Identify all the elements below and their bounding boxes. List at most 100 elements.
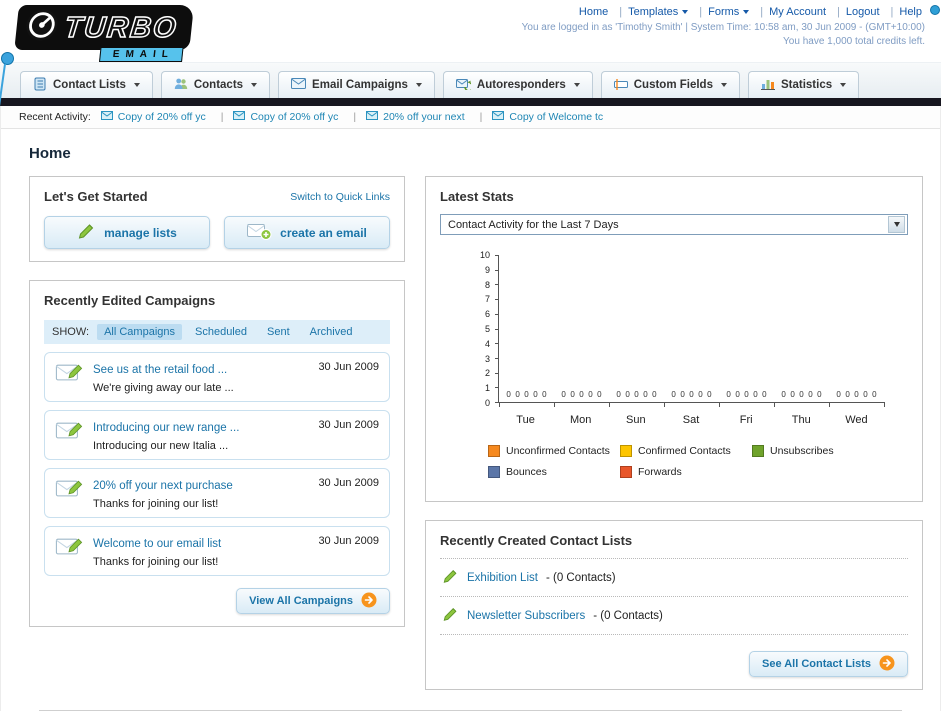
- chart-plot: 00000000000000000000000000000000000: [495, 255, 885, 407]
- legend-item: Unconfirmed Contacts: [488, 445, 620, 457]
- contact-list-link[interactable]: Newsletter Subscribers: [467, 610, 585, 622]
- campaign-list: See us at the retail food ... We're givi…: [44, 352, 390, 576]
- x-tick-label: Tue: [516, 414, 535, 426]
- page: TURBO EMAIL Home Templates Forms My Acco…: [0, 0, 941, 711]
- filter-sent[interactable]: Sent: [260, 324, 297, 340]
- top-link-logout[interactable]: Logout: [843, 6, 897, 18]
- dropdown-button[interactable]: [888, 216, 905, 233]
- legend-swatch: [488, 445, 500, 457]
- campaign-row[interactable]: 20% off your next purchase Thanks for jo…: [44, 468, 390, 518]
- top-link-help[interactable]: Help: [896, 6, 925, 18]
- tab-custom-fields[interactable]: Custom Fields: [600, 71, 740, 98]
- x-tick-label: Thu: [791, 414, 811, 426]
- recent-activity-item[interactable]: Copy of 20% off yc: [233, 111, 356, 123]
- chart-value-group: 00000: [561, 390, 601, 399]
- pencil-icon: [442, 568, 459, 587]
- chart-value-label: 0: [643, 390, 648, 399]
- chart-value-label: 0: [872, 390, 877, 399]
- x-tick-label: Mon: [570, 414, 592, 426]
- app-logo[interactable]: TURBO EMAIL: [13, 5, 195, 62]
- decoration-pin: [1, 52, 14, 65]
- manage-lists-button[interactable]: manage lists: [44, 216, 210, 249]
- chart-value-label: 0: [762, 390, 767, 399]
- chevron-down-icon: [133, 83, 140, 87]
- chart-value-group: 00000: [616, 390, 656, 399]
- campaign-title-link[interactable]: Welcome to our email list: [93, 538, 221, 550]
- chart-value-group: 00000: [726, 390, 766, 399]
- legend-item: Bounces: [488, 466, 620, 478]
- tab-contact-lists[interactable]: Contact Lists: [20, 71, 153, 98]
- latest-stats-title: Latest Stats: [440, 189, 514, 204]
- contact-list-items: Exhibition List - (0 Contacts) Newslette…: [440, 558, 908, 635]
- chart-value-label: 0: [680, 390, 685, 399]
- tab-contacts[interactable]: Contacts: [160, 71, 271, 98]
- chart-value-label: 0: [735, 390, 740, 399]
- chart-value-group: 00000: [836, 390, 876, 399]
- stats-period-select[interactable]: Contact Activity for the Last 7 Days: [440, 214, 908, 235]
- legend-swatch: [620, 445, 632, 457]
- legend-swatch: [752, 445, 764, 457]
- legend-swatch: [488, 466, 500, 478]
- campaign-row[interactable]: Welcome to our email list Thanks for joi…: [44, 526, 390, 576]
- recent-activity-item[interactable]: Copy of Welcome tc: [492, 111, 603, 123]
- top-links: Home Templates Forms My Account Logout H…: [522, 6, 925, 18]
- filter-scheduled[interactable]: Scheduled: [188, 324, 254, 340]
- chevron-down-icon: [743, 10, 750, 14]
- x-tick-label: Fri: [739, 414, 753, 426]
- chart-value-label: 0: [689, 390, 694, 399]
- tab-email-campaigns[interactable]: Email Campaigns: [278, 71, 435, 98]
- tab-statistics[interactable]: Statistics: [747, 71, 860, 98]
- campaign-row[interactable]: Introducing our new range ... Introducin…: [44, 410, 390, 460]
- campaign-edit-icon: [55, 535, 83, 561]
- filter-archived[interactable]: Archived: [303, 324, 360, 340]
- campaign-row[interactable]: See us at the retail food ... We're givi…: [44, 352, 390, 402]
- chart-value-label: 0: [597, 390, 602, 399]
- y-tick-mark: [495, 313, 499, 315]
- campaign-edit-icon: [55, 419, 83, 445]
- chart-value-label: 0: [515, 390, 520, 399]
- see-all-contact-lists-button[interactable]: See All Contact Lists: [748, 651, 908, 677]
- chart-value-label: 0: [524, 390, 529, 399]
- switch-quick-links-link[interactable]: Switch to Quick Links: [290, 191, 390, 203]
- create-email-button[interactable]: create an email: [224, 216, 390, 249]
- bar-chart-icon: [760, 77, 775, 93]
- x-tick-label: Sat: [682, 414, 700, 426]
- top-link-templates[interactable]: Templates: [625, 6, 705, 18]
- view-all-campaigns-button[interactable]: View All Campaigns: [236, 588, 390, 614]
- filter-all-campaigns[interactable]: All Campaigns: [97, 324, 182, 340]
- chart-value-label: 0: [588, 390, 593, 399]
- campaign-title-link[interactable]: 20% off your next purchase: [93, 480, 233, 492]
- campaign-title-link[interactable]: Introducing our new range ...: [93, 422, 239, 434]
- legend-label: Forwards: [638, 466, 682, 478]
- chart-value-label: 0: [533, 390, 538, 399]
- chart-value-label: 0: [698, 390, 703, 399]
- top-link-home[interactable]: Home: [576, 6, 625, 18]
- y-tick-label: 6: [484, 309, 490, 320]
- top-link-forms[interactable]: Forms: [705, 6, 766, 18]
- campaign-subtitle: Introducing our new Italia ...: [93, 440, 229, 452]
- chart-value-label: 0: [790, 390, 795, 399]
- left-column: Let's Get Started Switch to Quick Links …: [29, 176, 405, 645]
- contact-list-link[interactable]: Exhibition List: [467, 572, 538, 584]
- chart-value-group: 00000: [671, 390, 711, 399]
- chart-y-axis: 0 1 2 3 4 5 6 7 8 9 10: [454, 250, 498, 408]
- top-link-my-account[interactable]: My Account: [766, 6, 843, 18]
- contact-list-meta: - (0 Contacts): [545, 571, 616, 584]
- recent-activity-item[interactable]: 20% off your next: [366, 111, 482, 123]
- chart-value-label: 0: [671, 390, 676, 399]
- tab-autoresponders[interactable]: Autoresponders: [442, 71, 593, 98]
- chart-value-label: 0: [707, 390, 712, 399]
- recent-activity-bar: Recent Activity: Copy of 20% off yc Copy…: [1, 106, 940, 129]
- y-tick-mark: [495, 372, 499, 374]
- contact-list-row[interactable]: Newsletter Subscribers - (0 Contacts): [440, 597, 908, 635]
- legend-label: Confirmed Contacts: [638, 445, 731, 457]
- campaign-title-link[interactable]: See us at the retail food ...: [93, 364, 227, 376]
- contact-list-meta: - (0 Contacts): [593, 609, 663, 622]
- chart-value-label: 0: [634, 390, 639, 399]
- campaign-edit-icon: [55, 477, 83, 503]
- campaign-date: 30 Jun 2009: [318, 419, 379, 431]
- recent-activity-item[interactable]: Copy of 20% off yc: [100, 111, 224, 123]
- contact-list-row[interactable]: Exhibition List - (0 Contacts): [440, 559, 908, 597]
- logo-subtitle: EMAIL: [99, 47, 184, 62]
- chevron-down-icon: [893, 222, 900, 227]
